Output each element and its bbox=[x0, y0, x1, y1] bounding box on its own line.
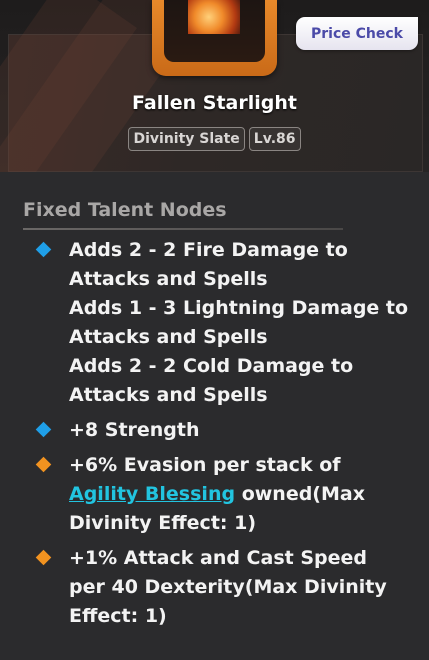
node-text: per 40 Dexterity(Max Divinity bbox=[69, 576, 387, 598]
item-image bbox=[188, 0, 240, 34]
agility-blessing-link[interactable]: Agility Blessing bbox=[69, 483, 235, 505]
item-tags: Divinity Slate Lv.86 bbox=[0, 127, 429, 151]
node-text: Adds 2 - 2 Cold Damage to bbox=[69, 355, 354, 377]
section-title: Fixed Talent Nodes bbox=[23, 199, 227, 221]
talent-node-list: Adds 2 - 2 Fire Damage to Attacks and Sp… bbox=[0, 236, 429, 637]
item-name: Fallen Starlight bbox=[132, 92, 297, 114]
item-header: Price Check Fallen Starlight Divinity Sl… bbox=[0, 0, 429, 172]
node-text: Attacks and Spells bbox=[69, 384, 268, 406]
node-text: +8 Strength bbox=[69, 419, 200, 441]
section-divider bbox=[23, 228, 343, 230]
node-text: Effect: 1) bbox=[69, 605, 167, 627]
node-text: Attacks and Spells bbox=[69, 326, 268, 348]
talent-node: Adds 2 - 2 Fire Damage to Attacks and Sp… bbox=[0, 236, 429, 410]
price-check-button[interactable]: Price Check bbox=[296, 17, 418, 50]
node-text: +6% Evasion per stack of bbox=[69, 454, 341, 476]
talent-node: +1% Attack and Cast Speed per 40 Dexteri… bbox=[0, 544, 429, 631]
talent-node: +8 Strength bbox=[0, 416, 429, 445]
node-text: Divinity Effect: 1) bbox=[69, 512, 257, 534]
node-text: Adds 1 - 3 Lightning Damage to bbox=[69, 297, 409, 319]
node-text: +1% Attack and Cast Speed bbox=[69, 547, 367, 569]
talent-node: +6% Evasion per stack of Agility Blessin… bbox=[0, 451, 429, 538]
node-text: Adds 2 - 2 Fire Damage to bbox=[69, 239, 348, 261]
item-level-tag: Lv.86 bbox=[248, 127, 301, 151]
diamond-blue-icon bbox=[35, 421, 52, 438]
diamond-blue-icon bbox=[35, 241, 52, 258]
node-text: Agility Blessing owned(Max bbox=[69, 480, 421, 509]
diamond-orange-icon bbox=[35, 549, 52, 566]
diamond-orange-icon bbox=[35, 456, 52, 473]
node-text: Attacks and Spells bbox=[69, 268, 268, 290]
item-icon-frame bbox=[152, 0, 277, 76]
item-type-tag: Divinity Slate bbox=[128, 127, 245, 151]
node-text-rest: owned(Max bbox=[235, 483, 365, 505]
